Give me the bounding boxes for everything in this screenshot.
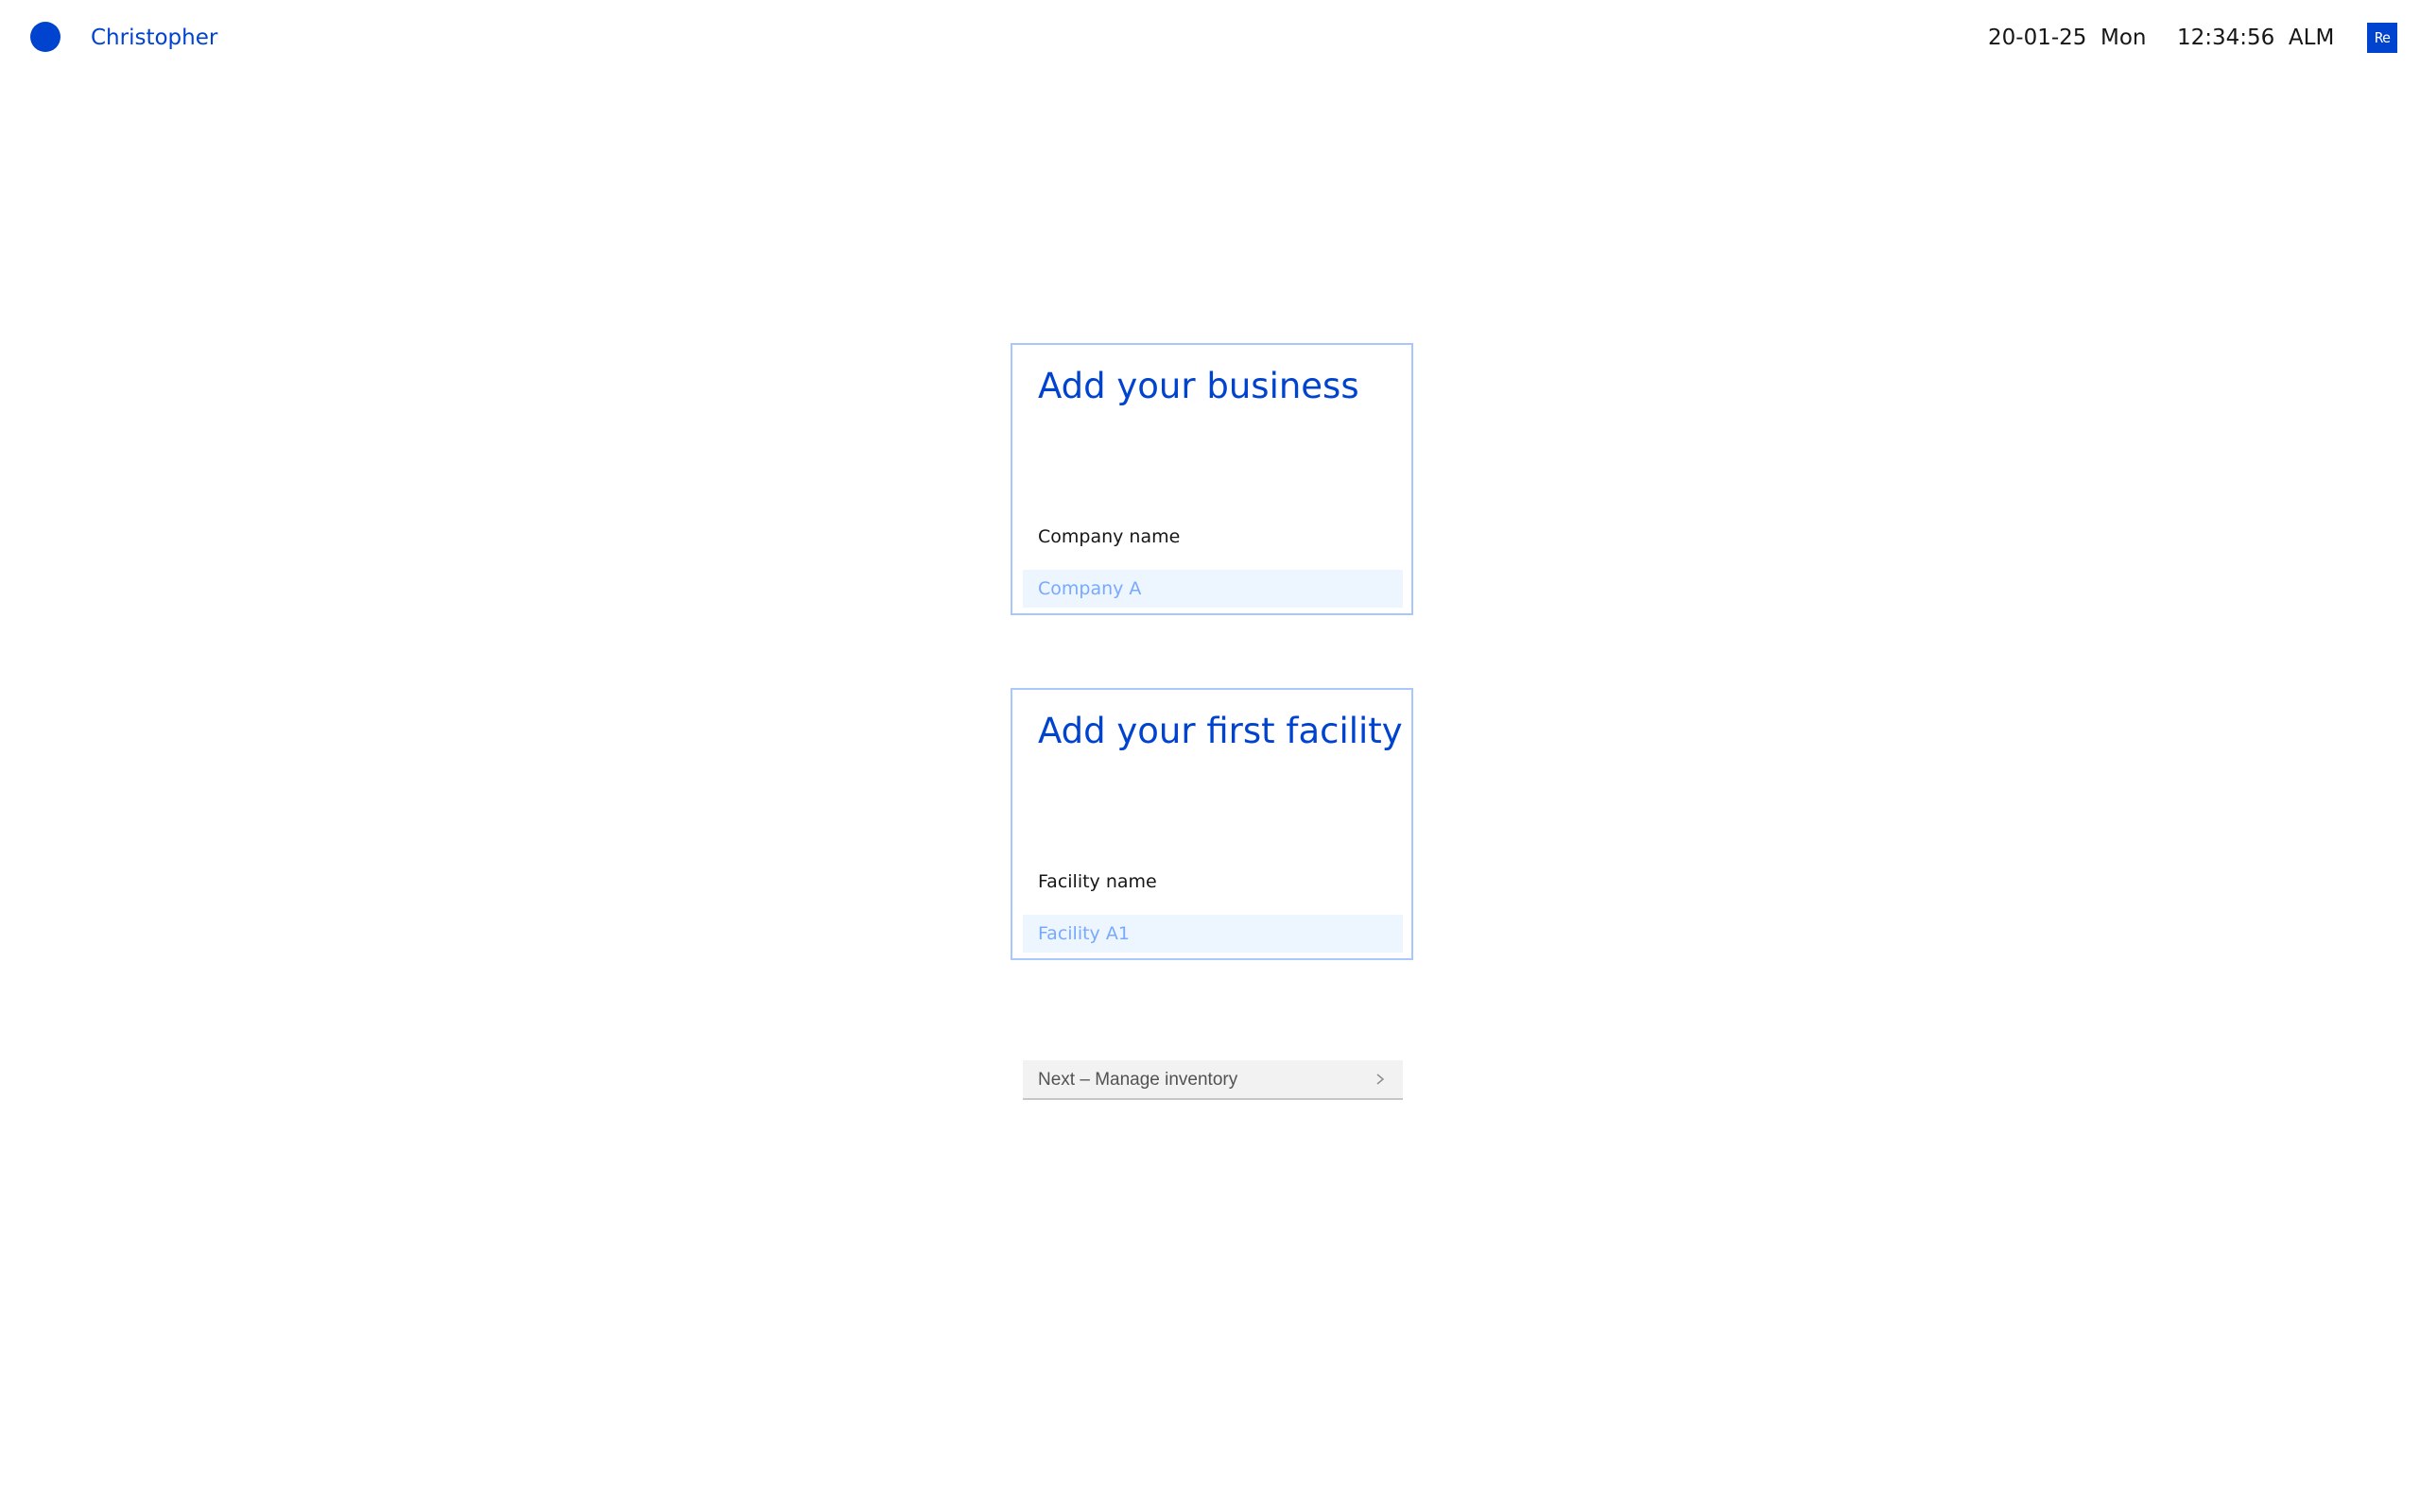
next-manage-inventory-button[interactable]: Next – Manage inventory bbox=[1023, 1060, 1403, 1100]
facility-name-input[interactable] bbox=[1023, 915, 1403, 953]
facility-card-title: Add your first facility bbox=[1038, 711, 1403, 751]
page: Christopher 20-01-25 Mon 12:34:56 ALM Re… bbox=[0, 0, 2420, 1512]
company-name-label: Company name bbox=[1038, 526, 1181, 547]
user-name-link[interactable]: Christopher bbox=[91, 23, 217, 53]
time-display: 12:34:56 ALM bbox=[2177, 26, 2335, 50]
chevron-right-icon bbox=[1376, 1074, 1385, 1085]
business-card-title: Add your business bbox=[1038, 366, 1359, 406]
top-bar: Christopher 20-01-25 Mon 12:34:56 ALM Re bbox=[0, 0, 2420, 76]
facility-name-label: Facility name bbox=[1038, 871, 1157, 892]
company-name-input[interactable] bbox=[1023, 570, 1403, 608]
date-display: 20-01-25 Mon bbox=[1988, 26, 2147, 50]
facility-card: Add your first facility Facility name bbox=[1011, 688, 1413, 960]
next-button-label: Next – Manage inventory bbox=[1038, 1070, 1238, 1090]
user-avatar[interactable] bbox=[30, 22, 60, 52]
business-card: Add your business Company name bbox=[1011, 343, 1413, 615]
brand-logo[interactable]: Re bbox=[2367, 23, 2397, 53]
